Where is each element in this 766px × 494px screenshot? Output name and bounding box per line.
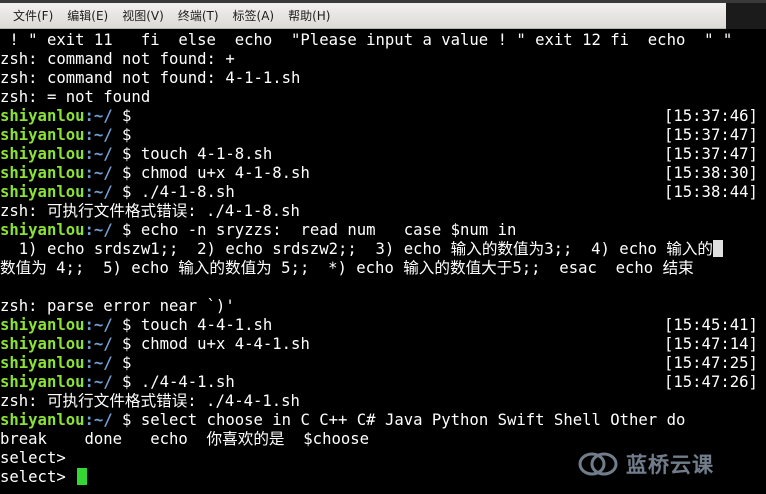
prompt-user: shiyanlou bbox=[0, 411, 85, 429]
menu-view[interactable]: 视图(V) bbox=[115, 5, 171, 27]
prompt-path: :~/ bbox=[84, 183, 113, 201]
timestamp: [15:47:25] bbox=[664, 354, 758, 372]
prompt-symbol: $ bbox=[112, 221, 141, 239]
prompt-symbol: $ bbox=[112, 126, 141, 144]
menu-file[interactable]: 文件(F) bbox=[6, 5, 60, 27]
wrap-marker bbox=[713, 240, 724, 257]
prompt-user: shiyanlou bbox=[0, 316, 85, 334]
timestamp: [15:47:14] bbox=[664, 335, 758, 353]
prompt-user: shiyanlou bbox=[0, 183, 85, 201]
command-text: touch 4-4-1.sh bbox=[140, 316, 273, 334]
prompt-path: :~/ bbox=[84, 164, 113, 182]
output-line: 数值为 4;; 5) echo 输入的数值为 5;; *) echo 输入的数值… bbox=[0, 259, 766, 278]
timestamp: [15:37:46] bbox=[664, 107, 758, 125]
prompt-line: shiyanlou:~/ $ touch 4-4-1.sh [15:45:41] bbox=[0, 316, 766, 335]
timestamp: [15:38:44] bbox=[664, 183, 758, 201]
prompt-path: :~/ bbox=[84, 373, 113, 391]
prompt-symbol: $ bbox=[112, 107, 141, 125]
output-text: 数值为 4;; 5) echo 输入的数值为 5;; *) echo 输入的数值… bbox=[0, 259, 694, 277]
prompt-user: shiyanlou bbox=[0, 164, 85, 182]
prompt-symbol: $ bbox=[112, 145, 141, 163]
prompt-line: shiyanlou:~/ $ [15:47:25] bbox=[0, 354, 766, 373]
prompt-symbol: $ bbox=[112, 316, 141, 334]
prompt-user: shiyanlou bbox=[0, 145, 85, 163]
command-text: chmod u+x 4-1-8.sh bbox=[140, 164, 310, 182]
prompt-line: shiyanlou:~/ $ select choose in C C++ C#… bbox=[0, 411, 766, 430]
watermark-text: 蓝桥云课 bbox=[626, 453, 714, 477]
output-text: zsh: 可执行文件格式错误: ./4-4-1.sh bbox=[0, 392, 300, 410]
command-text: select choose in C C++ C# Java Python Sw… bbox=[140, 411, 686, 429]
terminal-cursor bbox=[77, 468, 88, 485]
prompt-line: shiyanlou:~/ $ chmod u+x 4-1-8.sh [15:38:… bbox=[0, 164, 766, 183]
output-text: break done echo 你喜欢的是 $choose bbox=[0, 430, 370, 448]
prompt-line: shiyanlou:~/ $ chmod u+x 4-4-1.sh [15:47:… bbox=[0, 335, 766, 354]
command-text: ./4-4-1.sh bbox=[140, 373, 235, 391]
menu-edit[interactable]: 编辑(E) bbox=[60, 5, 115, 27]
command-text: echo -n sryzzs: read num case $num in bbox=[140, 221, 517, 239]
prompt-path: :~/ bbox=[84, 354, 113, 372]
prompt-line: shiyanlou:~/ $ [15:37:47] bbox=[0, 126, 766, 145]
prompt-symbol: $ bbox=[112, 354, 141, 372]
prompt-user: shiyanlou bbox=[0, 126, 85, 144]
menu-help[interactable]: 帮助(H) bbox=[281, 5, 337, 27]
output-text: zsh: 可执行文件格式错误: ./4-1-8.sh bbox=[0, 202, 300, 220]
output-line: zsh: parse error near `)' bbox=[0, 297, 766, 316]
terminal-output[interactable]: ! " exit 11 fi else echo "Please input a… bbox=[0, 30, 766, 494]
menu-terminal[interactable]: 终端(T) bbox=[171, 5, 226, 27]
prompt-symbol: $ bbox=[112, 183, 141, 201]
output-text: 1) echo srdszw1;; 2) echo srdszw2;; 3) e… bbox=[0, 240, 714, 258]
prompt-symbol: $ bbox=[112, 411, 141, 429]
output-line: ! " exit 11 fi else echo "Please input a… bbox=[0, 31, 766, 50]
prompt-line: shiyanlou:~/ $ echo -n sryzzs: read num … bbox=[0, 221, 766, 240]
prompt-path: :~/ bbox=[84, 316, 113, 334]
prompt-user: shiyanlou bbox=[0, 107, 85, 125]
prompt-user: shiyanlou bbox=[0, 221, 85, 239]
prompt-symbol: $ bbox=[112, 164, 141, 182]
output-text: ! " exit 11 fi else echo "Please input a… bbox=[0, 31, 733, 49]
prompt-path: :~/ bbox=[84, 145, 113, 163]
output-line: zsh: = not found bbox=[0, 88, 766, 107]
prompt-line: shiyanlou:~/ $ touch 4-1-8.sh [15:37:47] bbox=[0, 145, 766, 164]
prompt-line: shiyanlou:~/ $ ./4-4-1.sh [15:47:26] bbox=[0, 373, 766, 392]
prompt-symbol: $ bbox=[112, 373, 141, 391]
output-text: zsh: command not found: + bbox=[0, 50, 235, 68]
timestamp: [15:38:30] bbox=[664, 164, 758, 182]
output-line: zsh: command not found: 4-1-1.sh bbox=[0, 69, 766, 88]
prompt-path: :~/ bbox=[84, 107, 113, 125]
prompt-user: shiyanlou bbox=[0, 335, 85, 353]
window-corner bbox=[726, 3, 766, 29]
prompt-path: :~/ bbox=[84, 411, 113, 429]
prompt-user: shiyanlou bbox=[0, 354, 85, 372]
menu-bar: 文件(F) 编辑(E) 视图(V) 终端(T) 标签(A) 帮助(H) bbox=[0, 3, 766, 29]
prompt-line: shiyanlou:~/ $ ./4-1-8.sh [15:38:44] bbox=[0, 183, 766, 202]
prompt-symbol: $ bbox=[112, 335, 141, 353]
lanqiao-logo-icon bbox=[578, 452, 618, 476]
output-text: select> bbox=[0, 449, 66, 467]
command-text: chmod u+x 4-4-1.sh bbox=[140, 335, 310, 353]
menu-tabs[interactable]: 标签(A) bbox=[226, 5, 282, 27]
prompt-path: :~/ bbox=[84, 126, 113, 144]
output-text: zsh: = not found bbox=[0, 88, 151, 106]
timestamp: [15:45:41] bbox=[664, 316, 758, 334]
watermark: 蓝桥云课 bbox=[578, 447, 714, 481]
output-line: zsh: 可执行文件格式错误: ./4-4-1.sh bbox=[0, 392, 766, 411]
timestamp: [15:37:47] bbox=[664, 145, 758, 163]
command-text: ./4-1-8.sh bbox=[140, 183, 235, 201]
timestamp: [15:47:26] bbox=[664, 373, 758, 391]
command-text: touch 4-1-8.sh bbox=[140, 145, 273, 163]
output-text: select> bbox=[0, 468, 76, 486]
prompt-line: shiyanlou:~/ $ [15:37:46] bbox=[0, 107, 766, 126]
timestamp: [15:37:47] bbox=[664, 126, 758, 144]
output-text: zsh: parse error near `)' bbox=[0, 297, 235, 315]
prompt-user: shiyanlou bbox=[0, 373, 85, 391]
output-text: zsh: command not found: 4-1-1.sh bbox=[0, 69, 301, 87]
output-line: zsh: 可执行文件格式错误: ./4-1-8.sh bbox=[0, 202, 766, 221]
prompt-path: :~/ bbox=[84, 221, 113, 239]
output-line: zsh: command not found: + bbox=[0, 50, 766, 69]
output-line: 1) echo srdszw1;; 2) echo srdszw2;; 3) e… bbox=[0, 240, 766, 259]
prompt-path: :~/ bbox=[84, 335, 113, 353]
